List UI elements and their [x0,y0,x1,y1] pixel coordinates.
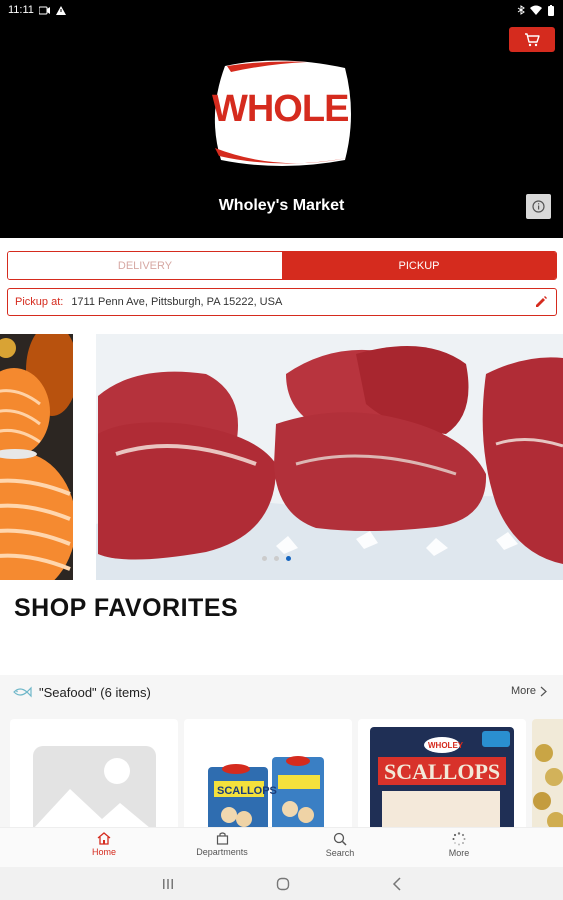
delivery-tab[interactable]: DELIVERY [8,252,282,279]
back-arrow-icon[interactable] [392,876,402,891]
cart-icon [525,32,540,46]
fulfillment-toggle: DELIVERY PICKUP [7,251,557,280]
product-carousel: SCALLOPS WHOLEY SCALLOPS [0,709,563,827]
carousel-dot[interactable] [262,556,267,561]
recent-apps-icon[interactable] [161,878,175,890]
carousel-dot-active[interactable] [286,556,291,561]
logo-wordmark: WHOLE [212,88,349,130]
carousel-pagination [262,556,291,561]
status-time: 11:11 [8,4,34,16]
nav-departments-label: Departments [196,847,248,857]
package-title: SCALLOPS [384,759,500,784]
info-button[interactable] [526,194,551,219]
pickup-tab[interactable]: PICKUP [282,252,556,279]
bag-icon [216,832,228,845]
promo-carousel[interactable] [0,334,563,580]
notification-icon [38,6,50,14]
chevron-right-icon [540,686,547,696]
package-brand: WHOLEY [428,741,464,750]
store-name: Wholey's Market [218,197,345,214]
product-card[interactable] [532,719,563,827]
store-header: WHOLE Wholey's Market [0,20,563,238]
home-icon [97,832,111,845]
status-bar: 11:11 [0,0,563,20]
category-label: "Seafood" (6 items) [39,684,151,700]
partial-product-image [532,719,563,827]
warning-icon [55,5,66,15]
scallops-label: SCALLOPS [217,785,277,797]
pickup-label: Pickup at: [15,296,64,308]
nav-more[interactable]: More [419,832,499,858]
shop-favorites-title: SHOP FAVORITES [14,594,239,622]
nav-home[interactable]: Home [64,832,144,857]
search-icon [333,832,347,846]
wifi-icon [530,5,542,15]
placeholder-image-icon [33,746,156,827]
loading-icon [452,832,466,846]
more-link[interactable]: More [511,685,547,697]
scallops-package-image: WHOLEY SCALLOPS [358,719,526,827]
nav-home-label: Home [91,847,116,857]
info-icon [532,200,545,213]
bottom-navigation: Home Departments Search More [0,827,563,867]
nav-search-label: Search [325,848,355,858]
more-label: More [510,685,536,697]
salmon-slide-image[interactable] [0,334,73,580]
product-card[interactable] [10,719,178,827]
battery-icon [548,4,554,16]
home-circle-icon[interactable] [276,877,290,891]
category-header: "Seafood" (6 items) More [0,675,563,709]
product-card[interactable]: WHOLEY SCALLOPS [358,719,526,827]
bluetooth-icon [517,5,525,15]
pickup-address-row[interactable]: Pickup at: 1711 Penn Ave, Pittsburgh, PA… [7,288,557,316]
cart-button[interactable] [509,27,555,52]
product-card[interactable]: SCALLOPS [184,719,352,827]
fish-icon [13,686,32,698]
pickup-address: 1711 Penn Ave, Pittsburgh, PA 15222, USA [71,296,283,308]
system-navigation-bar [0,867,563,900]
nav-search[interactable]: Search [300,832,380,858]
nav-departments[interactable]: Departments [182,832,262,857]
nav-more-label: More [448,848,470,858]
steak-slide-image[interactable] [96,334,563,580]
carousel-dot[interactable] [274,556,279,561]
scallops-bags-image: SCALLOPS [184,719,352,827]
app-screen: 11:11 WHOLE Wholey's Market DELIVERY PIC… [0,0,563,900]
edit-pencil-icon[interactable] [534,295,548,309]
